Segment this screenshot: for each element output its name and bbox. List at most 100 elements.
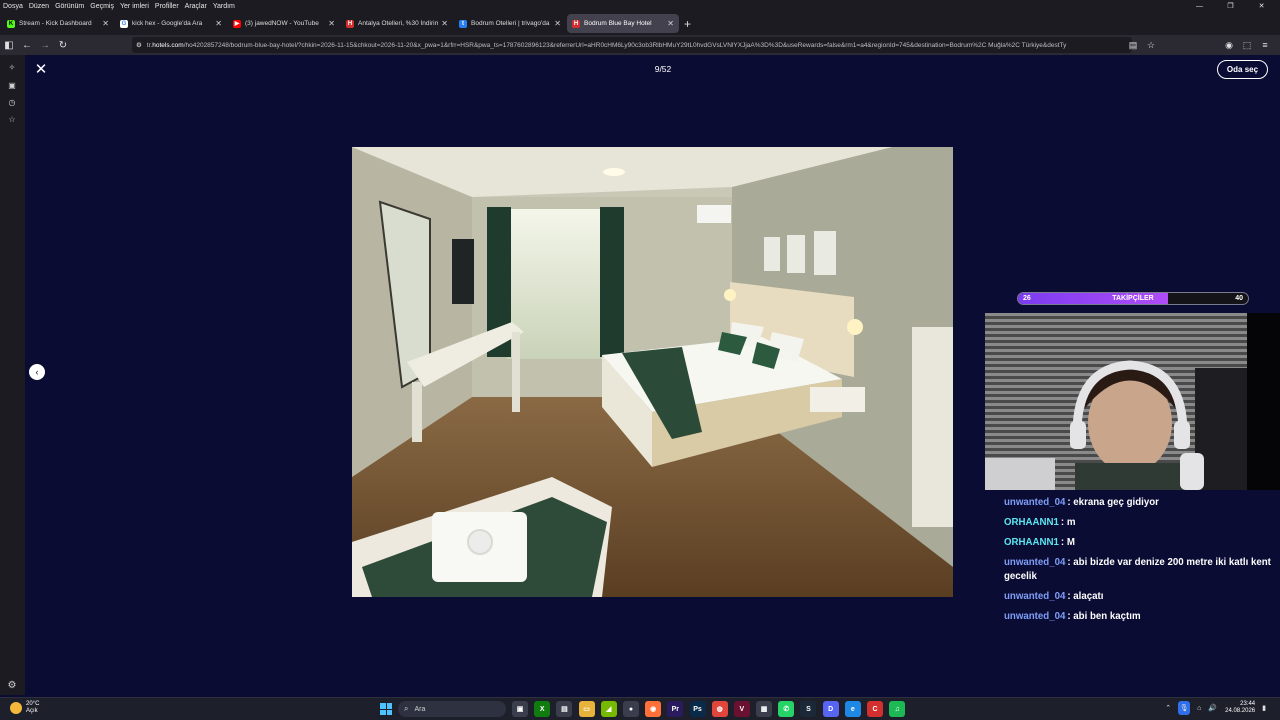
- address-bar[interactable]: ⚙ tr. hotels.com /ho420285​7248/bodrum-b…: [132, 37, 1132, 53]
- window-controls: — ❐ ✕: [1187, 0, 1280, 12]
- chat-username[interactable]: unwanted_04: [1004, 591, 1065, 602]
- history-icon[interactable]: ◷: [6, 96, 18, 108]
- microphone-icon[interactable]: 🎙: [1178, 701, 1191, 715]
- chat-text: : m: [1060, 517, 1076, 528]
- tray-overflow-icon[interactable]: ⌃: [1165, 704, 1171, 712]
- close-window-button[interactable]: ✕: [1249, 0, 1274, 12]
- select-room-button[interactable]: Oda seç: [1217, 60, 1268, 79]
- edge-icon[interactable]: e: [844, 701, 861, 717]
- youtube-icon: ▶: [233, 19, 241, 28]
- site-info-icon[interactable]: ⚙: [136, 41, 142, 49]
- account-icon[interactable]: ◉: [1220, 37, 1238, 53]
- menu-history[interactable]: Geçmiş: [90, 3, 114, 10]
- stream-chat: unwanted_04: ekrana geç gidiyor ORHAANN1:…: [1004, 496, 1280, 630]
- kick-icon: K: [7, 19, 15, 28]
- explorer-icon[interactable]: ▭: [578, 701, 595, 717]
- clock-time: 23:44: [1240, 701, 1256, 707]
- firefox-icon[interactable]: ◉: [645, 701, 662, 717]
- premiere-icon[interactable]: Pr: [667, 701, 684, 717]
- trivago-icon: t: [459, 19, 467, 28]
- synced-tabs-icon[interactable]: ▣: [6, 79, 18, 91]
- close-tab-icon[interactable]: ✕: [215, 19, 222, 28]
- chat-username[interactable]: unwanted_04: [1004, 557, 1065, 568]
- close-tab-icon[interactable]: ✕: [102, 19, 109, 28]
- reader-view-icon[interactable]: ▤: [1124, 37, 1142, 53]
- tab-antalya-hotels[interactable]: H Antalya Otelleri, %30 İndirimli A ✕: [341, 14, 453, 33]
- tab-bodrum-blue-bay[interactable]: H Bodrum Blue Bay Hotel ✕: [567, 14, 679, 33]
- menu-tools[interactable]: Araçlar: [185, 3, 207, 10]
- close-tab-icon[interactable]: ✕: [667, 19, 674, 28]
- close-tab-icon[interactable]: ✕: [328, 19, 335, 28]
- vegas-icon[interactable]: V: [733, 701, 750, 717]
- chat-username[interactable]: unwanted_04: [1004, 611, 1065, 622]
- new-tab-icon[interactable]: +: [684, 17, 691, 31]
- chat-username[interactable]: ORHAANN1: [1004, 537, 1059, 548]
- chat-message: unwanted_04: ekrana geç gidiyor: [1004, 496, 1280, 510]
- hotel-room-photo: [352, 147, 953, 597]
- extensions-icon[interactable]: ⬚: [1238, 37, 1256, 53]
- capcut-icon[interactable]: C: [867, 701, 883, 717]
- tab-trivago[interactable]: t Bodrum Otelleri | trivago'da ha ✕: [454, 14, 566, 33]
- obs-icon[interactable]: ●: [622, 701, 639, 717]
- menu-edit[interactable]: Düzen: [29, 3, 49, 10]
- nvidia-icon[interactable]: ◢: [600, 701, 617, 717]
- previous-photo-button[interactable]: ‹: [29, 364, 45, 380]
- follower-goal-target: 40: [1235, 295, 1243, 302]
- taskbar-search[interactable]: ⌕ Ara: [398, 701, 506, 717]
- taskbar-search-placeholder: Ara: [414, 705, 426, 713]
- network-icon[interactable]: ⌂: [1197, 705, 1201, 712]
- menu-help[interactable]: Yardım: [213, 3, 235, 10]
- tab-strip: K Stream - Kick Dashboard ✕ G kick hex -…: [0, 12, 1280, 35]
- menu-bookmarks[interactable]: Yer imleri: [120, 3, 149, 10]
- menu-view[interactable]: Görünüm: [55, 3, 84, 10]
- maximize-button[interactable]: ❐: [1218, 0, 1243, 12]
- back-icon[interactable]: ←: [18, 36, 36, 54]
- steam-icon[interactable]: S: [800, 701, 817, 717]
- chat-username[interactable]: unwanted_04: [1004, 497, 1065, 508]
- windows-taskbar: 20°C Açık ⌕ Ara ▣ X ▤ ▭ ◢ ● ◉ Pr Ps ◍ V ▦ ✆ S De C ♫ ⌃ 🎙…: [0, 697, 1280, 720]
- tab-kick-dashboard[interactable]: K Stream - Kick Dashboard ✕: [2, 14, 114, 33]
- menu-file[interactable]: Dosya: [3, 3, 23, 10]
- photoshop-icon[interactable]: Ps: [689, 701, 706, 717]
- weather-widget[interactable]: 20°C Açık: [10, 701, 39, 715]
- close-gallery-button[interactable]: ✕: [33, 60, 49, 78]
- tab-title: kick hex - Google'da Ara: [132, 20, 203, 27]
- chat-message: unwanted_04: alaçatı: [1004, 590, 1280, 604]
- volume-icon[interactable]: 🔊: [1208, 704, 1217, 712]
- sidebar-toggle-icon[interactable]: ◧: [0, 36, 18, 54]
- chat-text: : ekrana geç gidiyor: [1067, 497, 1159, 508]
- tab-title: (3) jawedNOW - YouTube: [245, 20, 319, 27]
- chrome-icon[interactable]: ◍: [711, 701, 728, 717]
- start-button[interactable]: [380, 703, 392, 715]
- webcam-illustration: [985, 313, 1280, 490]
- tab-title: Antalya Otelleri, %30 İndirimli A: [358, 20, 439, 27]
- ai-chat-icon[interactable]: ✧: [6, 61, 18, 73]
- bookmarks-icon[interactable]: ☆: [6, 113, 18, 125]
- notepad-icon[interactable]: ▤: [556, 701, 573, 717]
- forward-icon[interactable]: →: [36, 36, 54, 54]
- chat-text: : M: [1060, 537, 1075, 548]
- notifications-icon[interactable]: ▮: [1262, 704, 1266, 712]
- spotify-icon[interactable]: ♫: [889, 701, 906, 717]
- chat-message: ORHAANN1: M: [1004, 536, 1280, 550]
- clock[interactable]: 23:44 24.08.2026: [1225, 701, 1255, 715]
- xbox-icon[interactable]: X: [534, 701, 551, 717]
- tab-google-search[interactable]: G kick hex - Google'da Ara ✕: [115, 14, 227, 33]
- minimize-button[interactable]: —: [1187, 0, 1212, 12]
- settings-gear-icon[interactable]: ⚙: [5, 678, 19, 692]
- whatsapp-icon[interactable]: ✆: [778, 701, 795, 717]
- close-tab-icon[interactable]: ✕: [554, 19, 561, 28]
- hotels-icon: H: [572, 19, 580, 28]
- chat-username[interactable]: ORHAANN1: [1004, 517, 1059, 528]
- close-tab-icon[interactable]: ✕: [441, 19, 448, 28]
- bookmark-star-icon[interactable]: ☆: [1142, 37, 1160, 53]
- task-view-icon[interactable]: ▣: [512, 701, 528, 717]
- menu-profiles[interactable]: Profiller: [155, 3, 179, 10]
- windows-logo-icon: [386, 709, 392, 715]
- google-icon: G: [120, 19, 128, 28]
- tab-youtube[interactable]: ▶ (3) jawedNOW - YouTube ✕: [228, 14, 340, 33]
- calculator-icon[interactable]: ▦: [756, 701, 773, 717]
- menu-icon[interactable]: ≡: [1256, 37, 1274, 53]
- reload-icon[interactable]: ↻: [54, 36, 72, 54]
- discord-icon[interactable]: D: [822, 701, 839, 717]
